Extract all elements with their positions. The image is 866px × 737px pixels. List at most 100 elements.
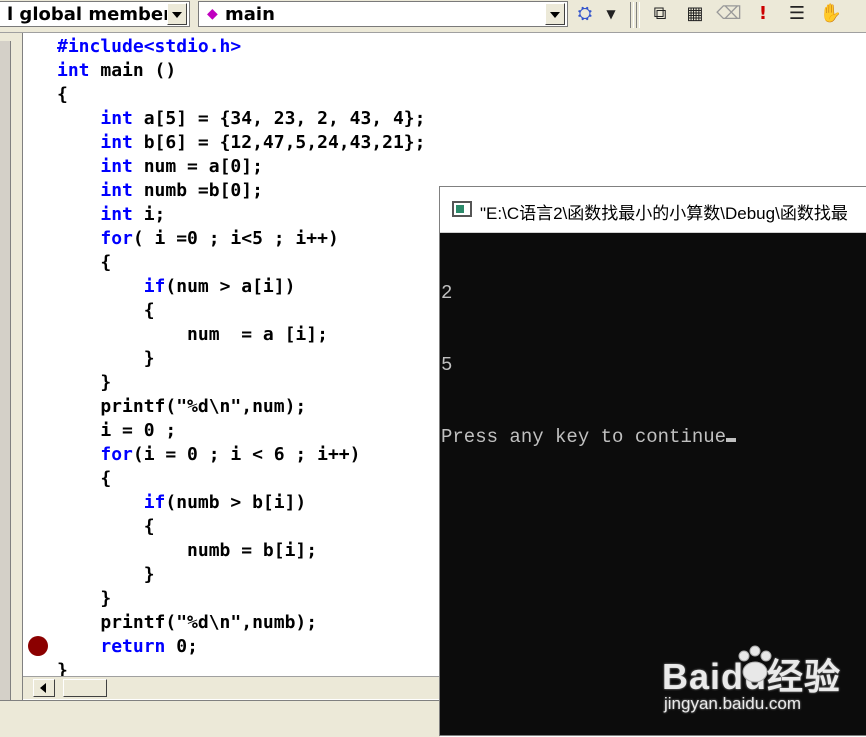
code-line[interactable]: for( i =0 ; i<5 ; i++) [57,227,425,251]
console-title: "E:\C语言2\函数找最小的小算数\Debug\函数找最 [480,204,848,223]
code-text: { [57,468,112,489]
code-text: main () [89,60,177,81]
scope-combo-value: l global members [7,4,183,25]
code-keyword: int [100,108,133,129]
baidu-paw-icon [738,645,772,683]
breakpoint-icon[interactable] [28,636,48,656]
function-diamond-icon: ◆ [207,6,218,22]
workspace-pane-scrollbar[interactable] [0,41,11,701]
code-line[interactable]: i = 0 ; [57,419,425,443]
code-text: printf("%d\n",numb); [57,612,318,633]
code-text: num = a[0]; [132,156,263,177]
code-line[interactable]: return 0; [57,635,425,659]
code-line[interactable]: printf("%d\n",num); [57,395,425,419]
code-line[interactable]: printf("%d\n",numb); [57,611,425,635]
code-line[interactable]: } [57,563,425,587]
code-text: { [57,84,68,105]
stop-build-icon[interactable]: ⌫ [716,2,742,26]
code-line[interactable]: int a[5] = {34, 23, 2, 43, 4}; [57,107,425,131]
code-line[interactable]: numb = b[i]; [57,539,425,563]
scope-combo-dropdown-icon[interactable] [167,3,187,25]
console-output: 2 5 Press any key to continue [440,233,737,497]
code-text: ( i =0 ; i<5 ; i++) [132,228,339,249]
code-keyword: int [57,60,90,81]
function-combo[interactable]: ◆ main [198,1,568,27]
code-text: } [57,372,112,393]
code-text: 0; [165,636,198,657]
console-app-icon [452,201,472,217]
code-line[interactable]: int b[6] = {12,47,5,24,43,21}; [57,131,425,155]
function-combo-value: main [225,4,275,25]
code-text: i; [132,204,166,225]
code-text: { [57,300,155,321]
workspace-pane-edge [0,33,23,713]
baidu-watermark: Baidu经验 jingyan.baidu.com [662,645,842,728]
code-keyword: for [100,228,133,249]
code-keyword: int [100,132,133,153]
hand-icon[interactable]: ✋ [818,2,844,26]
code-line[interactable]: } [57,587,425,611]
code-text: a[5] = {34, 23, 2, 43, 4}; [132,108,426,129]
code-line[interactable]: if(num > a[i]) [57,275,425,299]
code-keyword: #include<stdio.h> [57,36,242,57]
code-text: numb = b[i]; [57,540,318,561]
code-keyword: if [143,492,166,513]
function-combo-dropdown-icon[interactable] [545,3,565,25]
code-line[interactable]: int num = a[0]; [57,155,425,179]
code-keyword: if [143,276,166,297]
wizard-bar-icon[interactable]: ⛭ [572,2,598,26]
code-text: } [57,564,155,585]
code-line[interactable]: num = a [i]; [57,323,425,347]
code-line[interactable]: } [57,347,425,371]
code-line[interactable]: } [57,371,425,395]
code-line[interactable]: { [57,467,425,491]
toolbar: l global members ◆ main ⛭ ▼ ⧉ ▦ ⌫ ! ☰ ✋ [0,0,866,33]
code-text: b[6] = {12,47,5,24,43,21}; [132,132,426,153]
code-editor[interactable]: #include<stdio.h> int main (){ int a[5] =… [57,35,425,683]
scope-combo[interactable]: l global members [0,1,190,27]
code-keyword: return [100,636,166,657]
code-keyword: for [100,444,133,465]
code-line[interactable]: { [57,83,425,107]
code-line[interactable]: { [57,251,425,275]
text-cursor [726,438,737,442]
horizontal-scrollbar[interactable] [23,676,443,699]
code-text: (i = 0 ; i < 6 ; i++) [132,444,361,465]
code-text: numb =b[0]; [132,180,263,201]
code-keyword: int [100,156,133,177]
output-pane-edge [0,700,440,737]
console-title-bar[interactable]: "E:\C语言2\函数找最小的小算数\Debug\函数找最 [440,187,866,233]
code-text: printf("%d\n",num); [57,396,307,417]
scroll-thumb[interactable] [63,679,107,697]
code-line[interactable]: int numb =b[0]; [57,179,425,203]
console-prompt-text: Press any key to continue [441,426,727,448]
code-keyword: int [100,204,133,225]
build-icon[interactable]: ▦ [682,2,708,26]
code-line[interactable]: for(i = 0 ; i < 6 ; i++) [57,443,425,467]
execute-icon[interactable]: ! [750,2,776,26]
code-line[interactable]: #include<stdio.h> [57,35,425,59]
console-line: 2 [441,282,453,304]
scroll-left-icon[interactable] [33,679,55,697]
breakpoint-toggle-icon[interactable]: ☰ [784,2,810,26]
code-line[interactable]: { [57,515,425,539]
code-line[interactable]: int i; [57,203,425,227]
toolbar-separator [630,2,634,28]
code-text: i = 0 ; [57,420,177,441]
code-line[interactable]: int main () [57,59,425,83]
console-line-prompt: Press any key to continue [441,425,737,449]
code-line[interactable]: if(numb > b[i]) [57,491,425,515]
wizard-dropdown-icon[interactable]: ▼ [598,2,624,26]
code-line[interactable]: { [57,299,425,323]
compile-icon[interactable]: ⧉ [647,2,673,26]
code-text: (num > a[i]) [165,276,296,297]
editor-gutter [23,33,55,683]
